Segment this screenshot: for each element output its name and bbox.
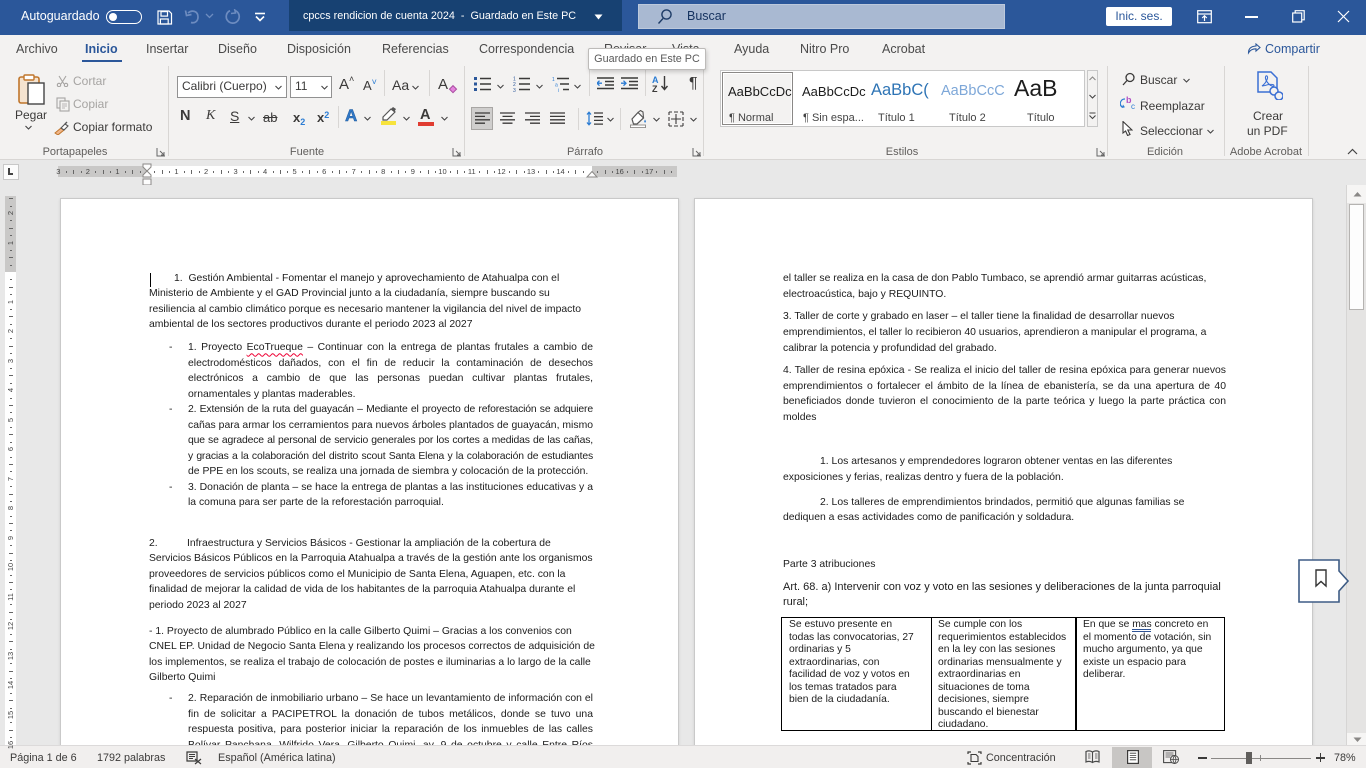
svg-text:c: c [1131, 102, 1135, 110]
svg-text:Z: Z [652, 84, 658, 92]
svg-text:3: 3 [513, 88, 516, 92]
svg-text:i: i [558, 88, 559, 92]
